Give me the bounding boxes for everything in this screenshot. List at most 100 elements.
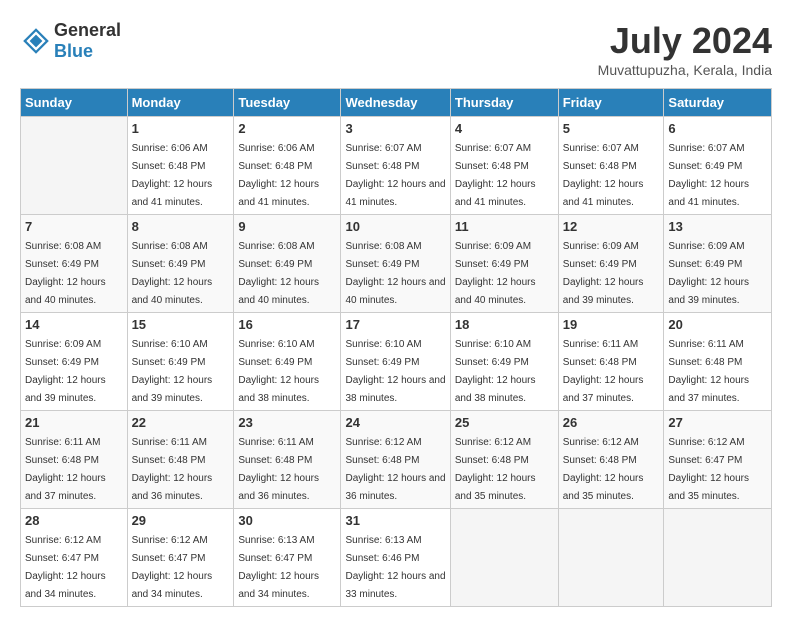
day-info: Sunrise: 6:06 AMSunset: 6:48 PMDaylight:… xyxy=(238,143,319,208)
day-info: Sunrise: 6:12 AMSunset: 6:47 PMDaylight:… xyxy=(668,437,749,502)
day-info: Sunrise: 6:12 AMSunset: 6:48 PMDaylight:… xyxy=(345,437,445,502)
calendar-cell: 7 Sunrise: 6:08 AMSunset: 6:49 PMDayligh… xyxy=(21,215,128,313)
calendar-cell: 31 Sunrise: 6:13 AMSunset: 6:46 PMDaylig… xyxy=(341,509,450,607)
logo: General Blue xyxy=(20,20,121,62)
day-info: Sunrise: 6:11 AMSunset: 6:48 PMDaylight:… xyxy=(563,339,644,404)
day-number: 28 xyxy=(25,513,123,528)
calendar-cell: 24 Sunrise: 6:12 AMSunset: 6:48 PMDaylig… xyxy=(341,411,450,509)
calendar-cell: 5 Sunrise: 6:07 AMSunset: 6:48 PMDayligh… xyxy=(558,117,664,215)
day-info: Sunrise: 6:10 AMSunset: 6:49 PMDaylight:… xyxy=(455,339,536,404)
day-info: Sunrise: 6:07 AMSunset: 6:48 PMDaylight:… xyxy=(345,143,445,208)
calendar-cell: 12 Sunrise: 6:09 AMSunset: 6:49 PMDaylig… xyxy=(558,215,664,313)
day-number: 5 xyxy=(563,121,660,136)
day-number: 20 xyxy=(668,317,767,332)
day-number: 17 xyxy=(345,317,445,332)
calendar-week-row: 21 Sunrise: 6:11 AMSunset: 6:48 PMDaylig… xyxy=(21,411,772,509)
day-number: 18 xyxy=(455,317,554,332)
day-number: 8 xyxy=(132,219,230,234)
day-info: Sunrise: 6:09 AMSunset: 6:49 PMDaylight:… xyxy=(455,241,536,306)
location-subtitle: Muvattupuzha, Kerala, India xyxy=(598,62,772,78)
calendar-week-row: 1 Sunrise: 6:06 AMSunset: 6:48 PMDayligh… xyxy=(21,117,772,215)
day-number: 14 xyxy=(25,317,123,332)
calendar-cell: 19 Sunrise: 6:11 AMSunset: 6:48 PMDaylig… xyxy=(558,313,664,411)
calendar-cell: 1 Sunrise: 6:06 AMSunset: 6:48 PMDayligh… xyxy=(127,117,234,215)
day-info: Sunrise: 6:11 AMSunset: 6:48 PMDaylight:… xyxy=(25,437,106,502)
logo-text: General Blue xyxy=(54,20,121,62)
calendar-cell: 22 Sunrise: 6:11 AMSunset: 6:48 PMDaylig… xyxy=(127,411,234,509)
day-info: Sunrise: 6:08 AMSunset: 6:49 PMDaylight:… xyxy=(238,241,319,306)
day-number: 3 xyxy=(345,121,445,136)
day-number: 16 xyxy=(238,317,336,332)
page-header: General Blue July 2024 Muvattupuzha, Ker… xyxy=(20,20,772,78)
day-number: 23 xyxy=(238,415,336,430)
calendar-week-row: 28 Sunrise: 6:12 AMSunset: 6:47 PMDaylig… xyxy=(21,509,772,607)
weekday-header: Saturday xyxy=(664,89,772,117)
calendar-cell: 16 Sunrise: 6:10 AMSunset: 6:49 PMDaylig… xyxy=(234,313,341,411)
day-number: 9 xyxy=(238,219,336,234)
calendar-table: SundayMondayTuesdayWednesdayThursdayFrid… xyxy=(20,88,772,607)
calendar-cell: 27 Sunrise: 6:12 AMSunset: 6:47 PMDaylig… xyxy=(664,411,772,509)
calendar-cell: 26 Sunrise: 6:12 AMSunset: 6:48 PMDaylig… xyxy=(558,411,664,509)
day-info: Sunrise: 6:08 AMSunset: 6:49 PMDaylight:… xyxy=(132,241,213,306)
calendar-cell: 13 Sunrise: 6:09 AMSunset: 6:49 PMDaylig… xyxy=(664,215,772,313)
calendar-cell xyxy=(558,509,664,607)
day-number: 30 xyxy=(238,513,336,528)
calendar-cell: 21 Sunrise: 6:11 AMSunset: 6:48 PMDaylig… xyxy=(21,411,128,509)
day-number: 22 xyxy=(132,415,230,430)
calendar-cell: 25 Sunrise: 6:12 AMSunset: 6:48 PMDaylig… xyxy=(450,411,558,509)
calendar-cell: 20 Sunrise: 6:11 AMSunset: 6:48 PMDaylig… xyxy=(664,313,772,411)
calendar-cell: 17 Sunrise: 6:10 AMSunset: 6:49 PMDaylig… xyxy=(341,313,450,411)
day-info: Sunrise: 6:08 AMSunset: 6:49 PMDaylight:… xyxy=(25,241,106,306)
day-info: Sunrise: 6:12 AMSunset: 6:47 PMDaylight:… xyxy=(132,535,213,600)
day-info: Sunrise: 6:13 AMSunset: 6:46 PMDaylight:… xyxy=(345,535,445,600)
month-title: July 2024 xyxy=(598,20,772,62)
calendar-header-row: SundayMondayTuesdayWednesdayThursdayFrid… xyxy=(21,89,772,117)
calendar-cell: 23 Sunrise: 6:11 AMSunset: 6:48 PMDaylig… xyxy=(234,411,341,509)
day-number: 12 xyxy=(563,219,660,234)
calendar-cell: 18 Sunrise: 6:10 AMSunset: 6:49 PMDaylig… xyxy=(450,313,558,411)
day-info: Sunrise: 6:07 AMSunset: 6:48 PMDaylight:… xyxy=(563,143,644,208)
day-info: Sunrise: 6:10 AMSunset: 6:49 PMDaylight:… xyxy=(132,339,213,404)
day-number: 25 xyxy=(455,415,554,430)
day-info: Sunrise: 6:12 AMSunset: 6:48 PMDaylight:… xyxy=(455,437,536,502)
weekday-header: Sunday xyxy=(21,89,128,117)
day-info: Sunrise: 6:11 AMSunset: 6:48 PMDaylight:… xyxy=(132,437,213,502)
calendar-cell: 30 Sunrise: 6:13 AMSunset: 6:47 PMDaylig… xyxy=(234,509,341,607)
day-info: Sunrise: 6:10 AMSunset: 6:49 PMDaylight:… xyxy=(345,339,445,404)
weekday-header: Thursday xyxy=(450,89,558,117)
calendar-cell: 29 Sunrise: 6:12 AMSunset: 6:47 PMDaylig… xyxy=(127,509,234,607)
calendar-cell xyxy=(664,509,772,607)
day-number: 4 xyxy=(455,121,554,136)
logo-icon xyxy=(20,25,52,57)
calendar-cell: 28 Sunrise: 6:12 AMSunset: 6:47 PMDaylig… xyxy=(21,509,128,607)
weekday-header: Tuesday xyxy=(234,89,341,117)
day-info: Sunrise: 6:07 AMSunset: 6:48 PMDaylight:… xyxy=(455,143,536,208)
calendar-week-row: 7 Sunrise: 6:08 AMSunset: 6:49 PMDayligh… xyxy=(21,215,772,313)
day-number: 2 xyxy=(238,121,336,136)
weekday-header: Wednesday xyxy=(341,89,450,117)
day-number: 7 xyxy=(25,219,123,234)
day-info: Sunrise: 6:11 AMSunset: 6:48 PMDaylight:… xyxy=(668,339,749,404)
day-number: 29 xyxy=(132,513,230,528)
calendar-cell: 6 Sunrise: 6:07 AMSunset: 6:49 PMDayligh… xyxy=(664,117,772,215)
day-number: 21 xyxy=(25,415,123,430)
logo-general: General xyxy=(54,20,121,40)
title-block: July 2024 Muvattupuzha, Kerala, India xyxy=(598,20,772,78)
day-info: Sunrise: 6:07 AMSunset: 6:49 PMDaylight:… xyxy=(668,143,749,208)
day-info: Sunrise: 6:09 AMSunset: 6:49 PMDaylight:… xyxy=(25,339,106,404)
calendar-cell: 11 Sunrise: 6:09 AMSunset: 6:49 PMDaylig… xyxy=(450,215,558,313)
calendar-cell: 15 Sunrise: 6:10 AMSunset: 6:49 PMDaylig… xyxy=(127,313,234,411)
logo-blue: Blue xyxy=(54,41,93,61)
day-info: Sunrise: 6:08 AMSunset: 6:49 PMDaylight:… xyxy=(345,241,445,306)
day-info: Sunrise: 6:10 AMSunset: 6:49 PMDaylight:… xyxy=(238,339,319,404)
calendar-cell xyxy=(21,117,128,215)
day-number: 11 xyxy=(455,219,554,234)
calendar-cell: 10 Sunrise: 6:08 AMSunset: 6:49 PMDaylig… xyxy=(341,215,450,313)
weekday-header: Monday xyxy=(127,89,234,117)
day-number: 27 xyxy=(668,415,767,430)
calendar-cell: 3 Sunrise: 6:07 AMSunset: 6:48 PMDayligh… xyxy=(341,117,450,215)
day-info: Sunrise: 6:11 AMSunset: 6:48 PMDaylight:… xyxy=(238,437,319,502)
day-number: 10 xyxy=(345,219,445,234)
day-number: 1 xyxy=(132,121,230,136)
calendar-cell xyxy=(450,509,558,607)
